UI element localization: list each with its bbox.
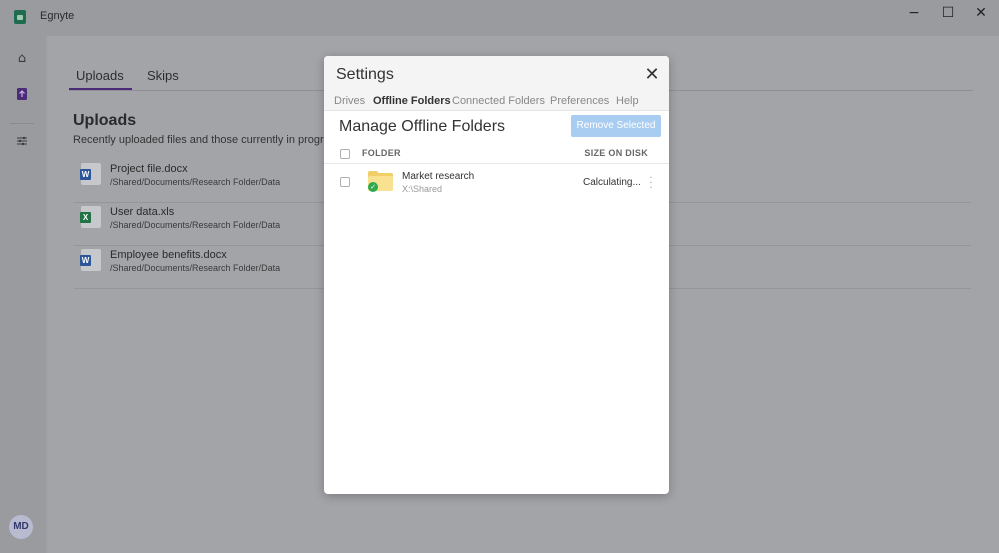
close-settings-button[interactable]: ✕ <box>642 65 662 85</box>
maximize-button[interactable]: ☐ <box>935 3 961 23</box>
sidebar-divider <box>10 123 34 124</box>
section-title: Manage Offline Folders <box>339 118 506 135</box>
excel-file-icon: X <box>80 206 101 228</box>
settings-sliders-icon[interactable] <box>13 135 31 153</box>
page-subtitle: Recently uploaded files and those curren… <box>73 134 341 146</box>
close-window-button[interactable]: ✕ <box>968 3 994 23</box>
minimize-button[interactable]: − <box>901 3 927 23</box>
file-name: Project file.docx <box>110 163 188 175</box>
page-title: Uploads <box>73 112 137 129</box>
tab-skips[interactable]: Skips <box>147 68 179 83</box>
folder-size: Calculating... <box>583 177 641 188</box>
folder-path: X:\Shared <box>402 184 443 194</box>
settings-dialog: Settings ✕ Drives Offline Folders Connec… <box>324 56 669 494</box>
home-icon[interactable]: ⌂ <box>13 50 31 68</box>
sidebar: ⌂ MD <box>0 36 45 553</box>
user-avatar[interactable]: MD <box>9 515 33 539</box>
word-file-icon: W <box>80 163 101 185</box>
egnyte-logo-icon <box>14 10 26 24</box>
column-header-size: SIZE ON DISK <box>584 148 648 158</box>
active-tab-indicator <box>69 88 132 90</box>
tab-connected-folders[interactable]: Connected Folders <box>452 95 545 107</box>
file-path: /Shared/Documents/Research Folder/Data <box>110 263 281 273</box>
word-file-icon: W <box>80 249 101 271</box>
more-options-icon[interactable]: · · · <box>648 174 654 194</box>
file-path: /Shared/Documents/Research Folder/Data <box>110 177 281 187</box>
settings-header: Settings ✕ Drives Offline Folders Connec… <box>324 56 669 111</box>
tab-offline-folders[interactable]: Offline Folders <box>373 95 451 107</box>
title-bar: Egnyte − ☐ ✕ <box>0 0 999 36</box>
settings-title: Settings <box>336 66 394 83</box>
tab-uploads[interactable]: Uploads <box>76 68 124 83</box>
select-all-checkbox[interactable] <box>340 149 350 159</box>
tab-preferences[interactable]: Preferences <box>550 95 609 107</box>
tab-drives[interactable]: Drives <box>334 95 365 107</box>
file-name: User data.xls <box>110 206 175 218</box>
synced-check-icon: ✓ <box>368 182 378 192</box>
folder-name: Market research <box>402 171 475 182</box>
column-header-folder: FOLDER <box>362 148 401 158</box>
file-name: Employee benefits.docx <box>110 249 227 261</box>
app-title: Egnyte <box>40 10 75 22</box>
table-header: FOLDER SIZE ON DISK <box>324 144 669 164</box>
tab-help[interactable]: Help <box>616 95 639 107</box>
file-path: /Shared/Documents/Research Folder/Data <box>110 220 281 230</box>
table-row[interactable]: ✓ Market research X:\Shared Calculating.… <box>324 166 669 198</box>
remove-selected-button[interactable]: Remove Selected <box>571 115 661 137</box>
uploads-icon[interactable] <box>13 87 31 105</box>
row-checkbox[interactable] <box>340 177 350 187</box>
